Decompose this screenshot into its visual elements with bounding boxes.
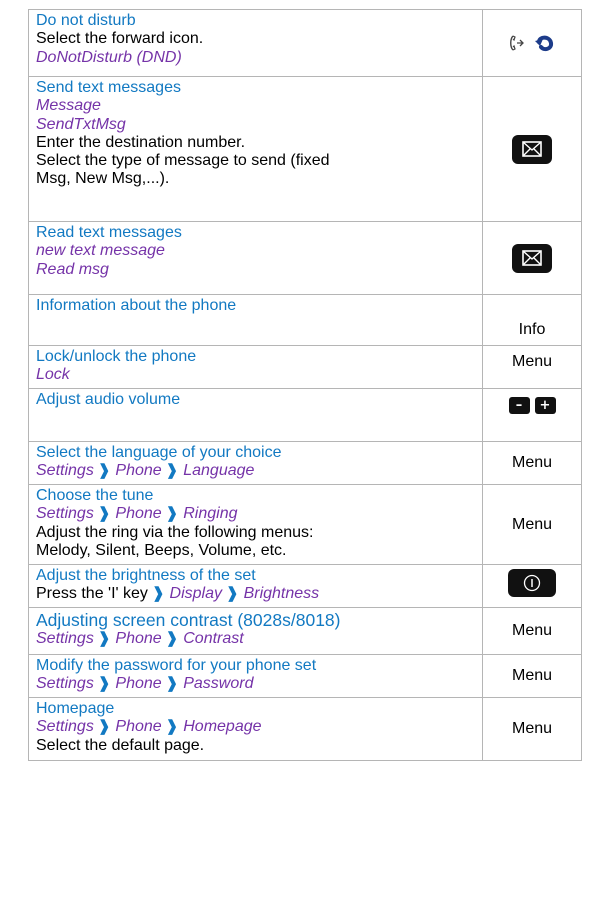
row-title: Lock/unlock the phone: [36, 348, 197, 365]
menu-path: Settings ❱ Phone ❱ Homepage: [36, 718, 482, 736]
chevron-right-icon: ❱: [165, 675, 179, 693]
row-title: Choose the tune: [36, 487, 154, 504]
manual-page: Do not disturb Select the forward icon. …: [0, 0, 592, 922]
action-label: Menu: [511, 622, 553, 639]
menu-item: Read msg: [36, 260, 109, 278]
row-text: Select the forward icon.: [36, 30, 204, 48]
chevron-right-icon: ❱: [151, 585, 165, 603]
menu-item: Homepage: [183, 718, 262, 736]
chevron-right-icon: ❱: [97, 675, 111, 693]
action-label: Menu: [511, 353, 553, 370]
row-title: Homepage: [36, 700, 115, 717]
info-key: [508, 569, 556, 597]
row-text: Select the default page.: [36, 736, 205, 754]
chevron-right-icon: ❱: [165, 462, 179, 480]
envelope-icon: [522, 250, 542, 266]
forward-icon: [509, 33, 556, 53]
row-title: Adjusting screen contrast (8028s/8018): [36, 610, 341, 630]
row-title: Information about the phone: [36, 297, 237, 314]
menu-item: Language: [183, 462, 255, 480]
menu-item: Lock: [36, 366, 70, 384]
menu-item: Phone: [115, 718, 162, 736]
menu-item: Settings: [36, 718, 94, 736]
volume-keys: – +: [508, 397, 556, 414]
row-text: Press the 'I' key: [36, 585, 148, 603]
chevron-right-icon: ❱: [97, 505, 111, 523]
envelope-icon: [522, 141, 542, 157]
menu-path: Settings ❱ Phone ❱ Ringing: [36, 505, 482, 523]
action-label: Menu: [511, 667, 553, 684]
row-text: Enter the destination number.: [36, 133, 246, 151]
table-row: Choose the tune Settings ❱ Phone ❱ Ringing A…: [28, 485, 582, 565]
menu-item: Contrast: [183, 630, 244, 647]
message-key: [512, 243, 552, 273]
table-row: Read text messages new text message Read…: [28, 222, 582, 295]
redirect-arrow-icon: [534, 35, 553, 52]
menu-item: Phone: [115, 462, 162, 480]
minus-key: –: [508, 397, 530, 414]
menu-item: SendTxtMsg: [36, 115, 126, 133]
action-label: Info: [518, 321, 546, 338]
row-title: Read text messages: [36, 224, 182, 241]
menu-item: Phone: [115, 630, 162, 647]
row-text: Select the type of message to send (fixe…: [36, 152, 330, 170]
row-text: Adjust the ring via the following menus:: [36, 523, 314, 541]
menu-path: Settings ❱ Phone ❱ Password: [36, 675, 482, 693]
chevron-right-icon: ❱: [225, 585, 239, 603]
action-label: Menu: [511, 720, 553, 737]
chevron-right-icon: ❱: [165, 718, 179, 736]
table-row: Information about the phone Info: [28, 295, 582, 346]
table-row: Send text messages Message SendTxtMsg En…: [28, 77, 582, 222]
menu-item: Phone: [115, 675, 162, 693]
chevron-right-icon: ❱: [165, 505, 179, 523]
table-row: Adjust the brightness of the set Press t…: [28, 565, 582, 608]
chevron-right-icon: ❱: [97, 462, 111, 480]
row-text: Melody, Silent, Beeps, Volume, etc.: [36, 541, 287, 559]
table-row: Adjust audio volume – +: [28, 389, 582, 442]
menu-item: Phone: [115, 505, 162, 523]
table-row: Do not disturb Select the forward icon. …: [28, 10, 582, 77]
chevron-right-icon: ❱: [165, 630, 179, 647]
info-key-icon: [523, 574, 541, 592]
plus-key: +: [534, 397, 556, 414]
row-title: Select the language of your choice: [36, 444, 282, 461]
menu-item: Settings: [36, 675, 94, 693]
menu-item: DoNotDisturb (DND): [36, 48, 182, 66]
table-row: Lock/unlock the phone Lock Menu: [28, 346, 582, 389]
table-row: Adjusting screen contrast (8028s/8018) S…: [28, 608, 582, 655]
chevron-right-icon: ❱: [97, 630, 111, 647]
row-title: Do not disturb: [36, 12, 136, 29]
table-row: Select the language of your choice Setti…: [28, 442, 582, 485]
message-key: [512, 134, 552, 164]
table-row: Homepage Settings ❱ Phone ❱ Homepage Select …: [28, 698, 582, 761]
action-label: Menu: [511, 515, 553, 533]
menu-path: Press the 'I' key ❱ Display ❱ Brightness: [36, 585, 482, 603]
menu-item: Settings: [36, 630, 94, 647]
menu-item: Message: [36, 97, 101, 115]
menu-path: Settings ❱ Phone ❱ Language: [36, 462, 482, 480]
handset-forward-icon: [509, 35, 524, 51]
row-title: Adjust audio volume: [36, 391, 181, 408]
menu-item: Settings: [36, 505, 94, 523]
menu-path: Settings ❱ Phone ❱ Contrast: [36, 630, 482, 648]
menu-item: Password: [183, 675, 254, 693]
action-label: Menu: [511, 454, 553, 471]
feature-table: Do not disturb Select the forward icon. …: [28, 9, 582, 761]
menu-item: Display: [169, 585, 222, 603]
menu-item: Settings: [36, 462, 94, 480]
row-title: Send text messages: [36, 79, 181, 96]
chevron-right-icon: ❱: [97, 718, 111, 736]
menu-item: new text message: [36, 242, 165, 260]
menu-item: Ringing: [183, 505, 238, 523]
row-title: Adjust the brightness of the set: [36, 567, 256, 584]
menu-item: Brightness: [243, 585, 320, 603]
row-text: Msg, New Msg,...).: [36, 170, 170, 188]
table-row: Modify the password for your phone set S…: [28, 655, 582, 698]
row-title: Modify the password for your phone set: [36, 657, 317, 674]
